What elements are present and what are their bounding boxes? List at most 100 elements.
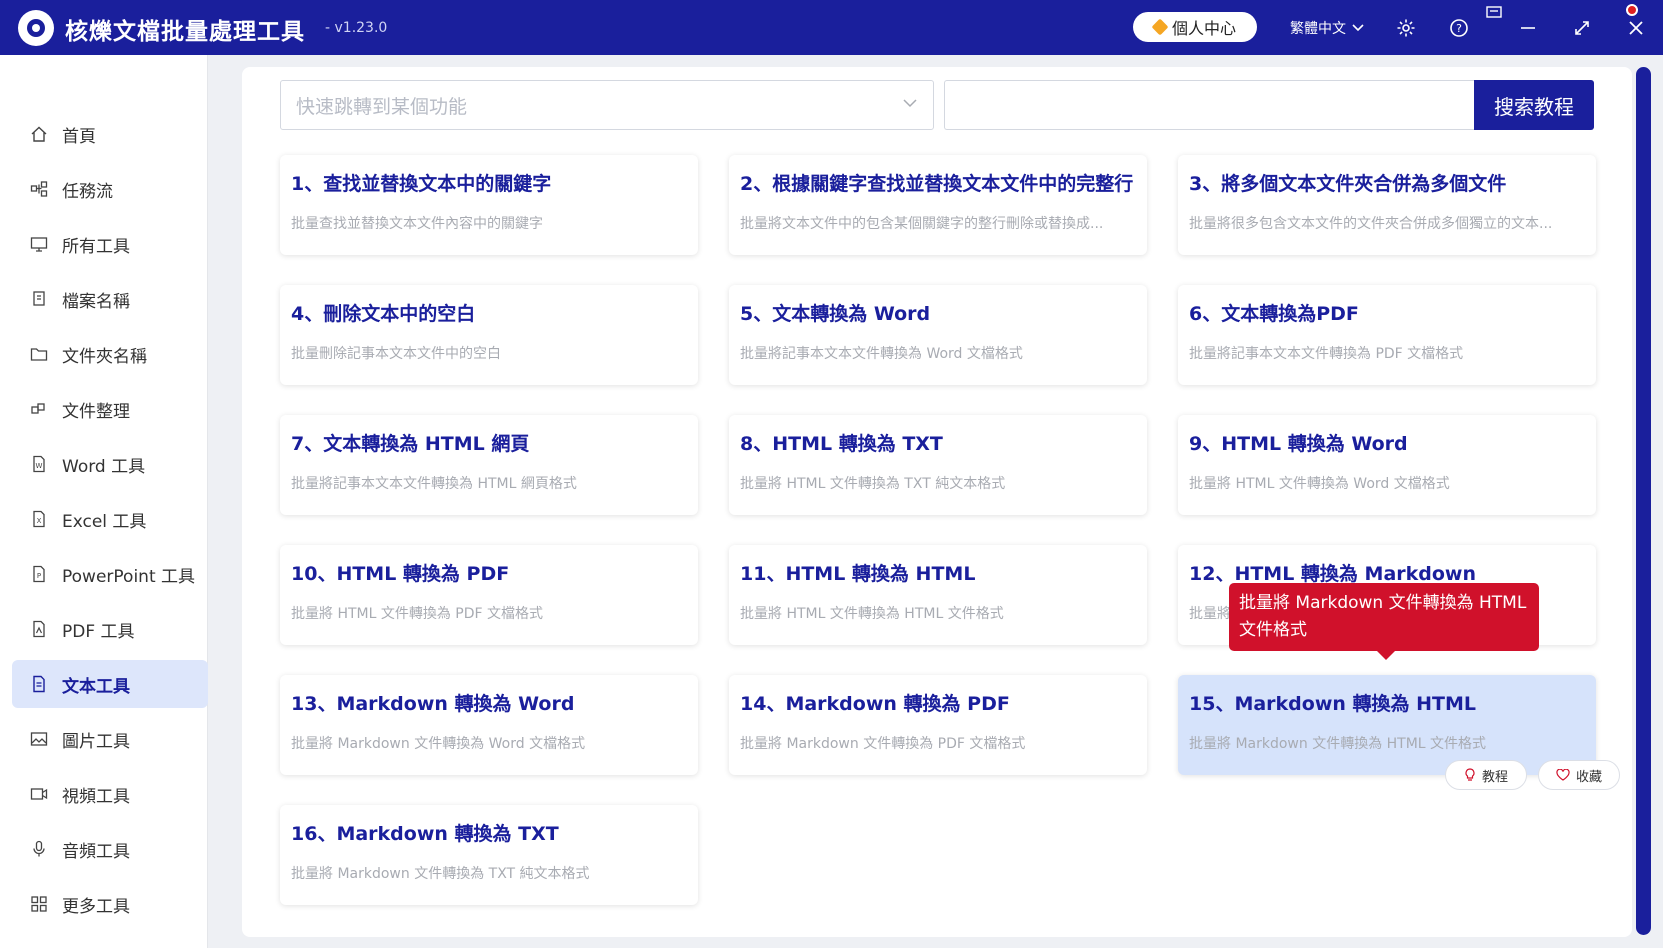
sidebar-item-text-tools[interactable]: 文本工具 [12,660,208,708]
card-description: 批量刪除記事本文本文件中的空白 [291,346,501,362]
microphone-icon [30,840,48,858]
maximize-icon[interactable] [1568,14,1596,42]
card-title: 2、根據關鍵字查找並替換文本文件中的完整行 [740,173,1134,195]
card-tooltip: 批量將 Markdown 文件轉換為 HTML 文件格式 [1229,583,1539,660]
organize-icon [30,400,48,418]
tool-card[interactable]: 13、Markdown 轉換為 Word 批量將 Markdown 文件轉換為 … [280,675,698,775]
card-description: 批量將 Markdown 文件轉換為 TXT 純文本格式 [291,866,590,882]
card-description: 批量將 HTML 文件轉換為 PDF 文檔格式 [291,606,544,622]
sidebar-item-label: Excel 工具 [62,511,147,532]
card-title: 8、HTML 轉換為 TXT [740,433,943,455]
sidebar-item-folder-name[interactable]: 文件夾名稱 [12,330,208,378]
card-title: 10、HTML 轉換為 PDF [291,563,510,585]
user-center-button[interactable]: 個人中心 [1133,12,1257,42]
card-description: 批量將記事本文本文件轉換為 HTML 網頁格式 [291,476,577,492]
tool-card[interactable]: 16、Markdown 轉換為 TXT 批量將 Markdown 文件轉換為 T… [280,805,698,905]
settings-gear-icon[interactable] [1392,14,1420,42]
card-title: 14、Markdown 轉換為 PDF [740,693,1010,715]
tool-card[interactable]: 11、HTML 轉換為 HTML 批量將 HTML 文件轉換為 HTML 文件格… [729,545,1147,645]
search-tutorial-button[interactable]: 搜索教程 [1474,80,1594,130]
diamond-icon [1151,18,1169,36]
tool-card[interactable]: 3、將多個文本文件夾合併為多個文件 批量將很多包含文本文件的文件夾合併成多個獨立… [1178,155,1596,255]
sidebar-item-home[interactable]: 首頁 [12,110,208,158]
app-title: 核爍文檔批量處理工具 [65,19,305,45]
card-description: 批量將很多包含文本文件的文件夾合併成多個獨立的文本... [1189,216,1553,232]
user-center-label: 個人中心 [1171,19,1236,38]
folder-icon [30,345,48,363]
sidebar-item-pdf-tools[interactable]: PDF 工具 [12,605,208,653]
sidebar-item-excel-tools[interactable]: X Excel 工具 [12,495,208,543]
sidebar-item-all-tools[interactable]: 所有工具 [12,220,208,268]
tool-card[interactable]: 10、HTML 轉換為 PDF 批量將 HTML 文件轉換為 PDF 文檔格式 [280,545,698,645]
sidebar-item-workflow[interactable]: 任務流 [12,165,208,213]
card-title: 5、文本轉換為 Word [740,303,931,325]
sidebar-item-more-tools[interactable]: 更多工具 [12,880,208,928]
card-title: 4、刪除文本中的空白 [291,303,476,325]
card-title: 16、Markdown 轉換為 TXT [291,823,559,845]
sidebar-item-label: 音頻工具 [62,841,130,862]
quick-jump-select[interactable]: 快速跳轉到某個功能 [280,80,934,130]
tool-card[interactable]: 6、文本轉換為PDF 批量將記事本文本文件轉換為 PDF 文檔格式 [1178,285,1596,385]
help-icon[interactable]: ? [1445,14,1473,42]
card-description: 批量將 HTML 文件轉換為 HTML 文件格式 [740,606,1004,622]
sidebar-item-video-tools[interactable]: 視頻工具 [12,770,208,818]
tool-card-active[interactable]: 15、Markdown 轉換為 HTML 批量將 Markdown 文件轉換為 … [1178,675,1596,775]
workflow-icon [30,180,48,198]
card-title: 7、文本轉換為 HTML 網頁 [291,433,530,455]
sidebar-item-audio-tools[interactable]: 音頻工具 [12,825,208,873]
minimize-icon[interactable] [1514,14,1542,42]
text-file-icon [30,675,48,693]
scrollbar[interactable] [1636,67,1651,935]
card-title: 6、文本轉換為PDF [1189,303,1359,325]
home-icon [30,125,48,143]
sidebar-item-label: PDF 工具 [62,621,135,642]
language-label: 繁體中文 [1290,21,1346,37]
tool-card[interactable]: 14、Markdown 轉換為 PDF 批量將 Markdown 文件轉換為 P… [729,675,1147,775]
card-title: 15、Markdown 轉換為 HTML [1189,693,1477,715]
sidebar-item-label: 首頁 [62,126,96,147]
svg-text:P: P [37,572,41,580]
card-title: 3、將多個文本文件夾合併為多個文件 [1189,173,1507,195]
tool-card[interactable]: 9、HTML 轉換為 Word 批量將 HTML 文件轉換為 Word 文檔格式 [1178,415,1596,515]
sidebar-item-label: 任務流 [62,181,113,202]
sidebar-item-label: 文件夾名稱 [62,346,147,367]
tool-card[interactable]: 4、刪除文本中的空白 批量刪除記事本文本文件中的空白 [280,285,698,385]
excel-file-icon: X [30,510,48,528]
sidebar-item-label: 更多工具 [62,896,130,917]
sidebar-item-label: 圖片工具 [62,731,130,752]
video-icon [30,785,48,803]
card-description: 批量將記事本文本文件轉換為 Word 文檔格式 [740,346,1023,362]
favorite-button[interactable]: 收藏 [1538,760,1620,790]
monitor-icon [30,235,48,253]
sidebar-item-file-name[interactable]: 檔案名稱 [12,275,208,323]
message-icon[interactable] [1484,2,1504,22]
tutorial-search-input[interactable] [944,80,1474,130]
sidebar-item-image-tools[interactable]: 圖片工具 [12,715,208,763]
tool-card[interactable]: 2、根據關鍵字查找並替換文本文件中的完整行 批量將文本文件中的包含某個關鍵字的整… [729,155,1147,255]
sidebar-item-word-tools[interactable]: W Word 工具 [12,440,208,488]
card-title: 1、查找並替換文本中的關鍵字 [291,173,552,195]
card-description: 批量將 Markdown 文件轉換為 PDF 文檔格式 [740,736,1026,752]
card-title: 12、HTML 轉換為 Markdown [1189,563,1477,585]
favorite-label: 收藏 [1575,769,1602,785]
language-selector[interactable]: 繁體中文 [1290,18,1364,38]
tool-card[interactable]: 8、HTML 轉換為 TXT 批量將 HTML 文件轉換為 TXT 純文本格式 [729,415,1147,515]
card-title: 13、Markdown 轉換為 Word [291,693,575,715]
tutorial-button[interactable]: 教程 [1445,760,1527,790]
close-icon[interactable] [1622,14,1650,42]
chevron-down-icon [903,99,917,108]
notification-badge [1626,4,1638,16]
grid-icon [30,895,48,913]
tool-card[interactable]: 1、查找並替換文本中的關鍵字 批量查找並替換文本文件內容中的關鍵字 [280,155,698,255]
card-description: 批量將 Markdown 文件轉換為 HTML 文件格式 [1189,736,1487,752]
card-description: 批量將 Markdown 文件轉換為 Word 文檔格式 [291,736,586,752]
sidebar-item-label: PowerPoint 工具 [62,566,196,587]
quick-jump-placeholder: 快速跳轉到某個功能 [296,95,468,118]
card-title: 11、HTML 轉換為 HTML [740,563,976,585]
sidebar-item-powerpoint-tools[interactable]: P PowerPoint 工具 [12,550,208,598]
tool-card[interactable]: 5、文本轉換為 Word 批量將記事本文本文件轉換為 Word 文檔格式 [729,285,1147,385]
card-description: 批量查找並替換文本文件內容中的關鍵字 [291,216,543,232]
sidebar-item-file-organize[interactable]: 文件整理 [12,385,208,433]
sidebar-item-label: 檔案名稱 [62,291,130,312]
tool-card[interactable]: 7、文本轉換為 HTML 網頁 批量將記事本文本文件轉換為 HTML 網頁格式 [280,415,698,515]
